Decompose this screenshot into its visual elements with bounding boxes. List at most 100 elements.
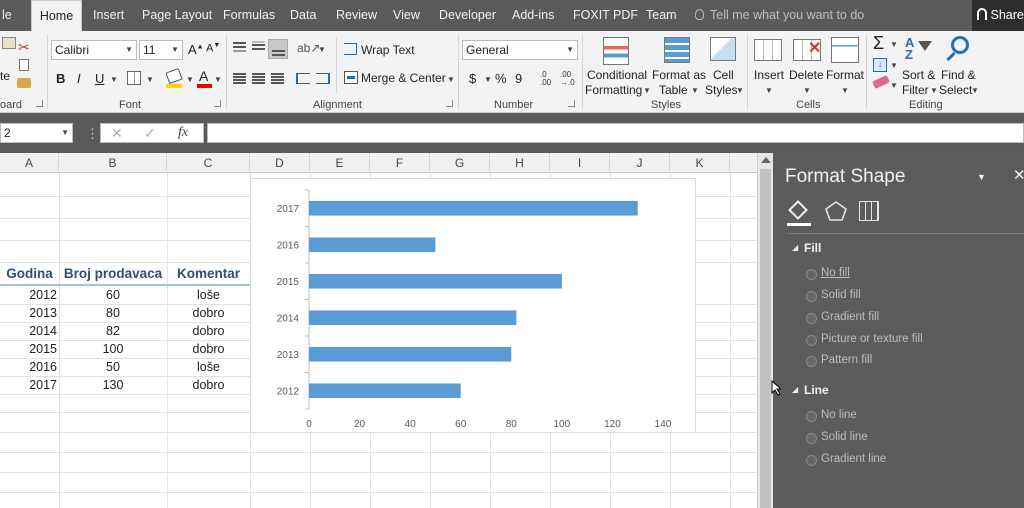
gradient-line-radio[interactable] [806, 455, 817, 466]
pane-options-icon[interactable]: ▼ [977, 172, 986, 182]
table-cell[interactable]: 2017 [0, 376, 57, 394]
close-icon[interactable]: ✕ [1013, 166, 1024, 184]
chevron-down-icon[interactable]: ▼ [318, 45, 326, 54]
insert-function-button[interactable]: fx [178, 125, 188, 141]
sort-filter-label-2[interactable]: Filter [902, 83, 929, 97]
pattern-fill-radio[interactable] [806, 356, 817, 367]
column-header-a[interactable]: A [0, 153, 59, 173]
no-fill-option[interactable]: No fill [821, 267, 850, 279]
chevron-down-icon[interactable]: ▼ [890, 61, 898, 70]
conditional-formatting-icon[interactable] [603, 37, 629, 65]
cell-styles-label-2[interactable]: Styles [705, 83, 738, 97]
table-cell[interactable]: 2016 [0, 358, 57, 376]
copy-icon[interactable] [19, 59, 29, 71]
shrink-font-icon[interactable]: A▼ [206, 42, 220, 55]
cell-styles-label-1[interactable]: Cell [713, 68, 734, 82]
chevron-down-icon[interactable]: ▼ [841, 86, 849, 95]
align-middle-icon[interactable] [252, 44, 265, 46]
gradient-fill-option[interactable]: Gradient fill [821, 311, 879, 323]
column-header-g[interactable]: G [430, 153, 490, 173]
align-left-icon[interactable] [233, 73, 246, 75]
table-cell[interactable]: 50 [59, 358, 167, 376]
column-header-f[interactable]: F [370, 153, 430, 173]
solid-line-option[interactable]: Solid line [821, 431, 868, 443]
chevron-down-icon[interactable]: ▼ [930, 86, 938, 95]
line-section-header[interactable]: Line [804, 383, 829, 397]
solid-fill-radio[interactable] [806, 291, 817, 302]
fill-section-header[interactable]: Fill [804, 241, 821, 255]
table-cell[interactable]: 82 [59, 322, 167, 340]
gradient-line-option[interactable]: Gradient line [821, 453, 886, 465]
font-color-icon[interactable]: A [199, 68, 208, 84]
table-cell[interactable]: dobro [167, 376, 250, 394]
chevron-down-icon[interactable]: ▼ [643, 86, 651, 95]
find-select-label-1[interactable]: Find & [941, 68, 976, 82]
size-properties-tab[interactable] [859, 201, 879, 221]
font-size-box[interactable]: 11 ▼ [139, 40, 183, 60]
tab-insert[interactable]: Insert [93, 0, 124, 31]
line-collapse-icon[interactable]: ◢ [792, 385, 798, 394]
name-box[interactable]: 2 ▼ [0, 123, 73, 143]
paste-label[interactable]: te [0, 69, 10, 83]
find-select-label-2[interactable]: Select [939, 83, 972, 97]
column-header-d[interactable]: D [250, 153, 310, 173]
cut-icon[interactable] [2, 37, 16, 49]
conditional-formatting-label-2[interactable]: Formatting [585, 83, 642, 97]
format-painter-icon[interactable] [17, 78, 31, 88]
chevron-down-icon[interactable]: ▼ [971, 86, 979, 95]
tab-home[interactable]: Home [31, 0, 82, 31]
orientation-icon[interactable]: ab↗ [297, 41, 320, 55]
chevron-down-icon[interactable]: ▼ [890, 40, 898, 49]
chart-bar-2012[interactable] [309, 383, 461, 399]
chevron-down-icon[interactable]: ▼ [214, 75, 222, 84]
column-header-e[interactable]: E [310, 153, 370, 173]
sort-filter-icon[interactable]: AZ [905, 36, 914, 61]
column-header-j[interactable]: J [610, 153, 670, 173]
no-line-radio[interactable] [806, 411, 817, 422]
table-cell[interactable]: 100 [59, 340, 167, 358]
number-format-box[interactable]: General ▼ [462, 40, 578, 60]
bold-button[interactable]: B [56, 71, 65, 86]
table-header-broj-prodavaca[interactable]: Broj prodavaca [59, 265, 167, 283]
table-cell[interactable]: 2014 [0, 322, 57, 340]
format-cells-icon[interactable] [831, 37, 859, 63]
chevron-down-icon[interactable]: ▼ [765, 86, 773, 95]
increase-decimal-icon[interactable]: .0.00 [540, 71, 551, 87]
autosum-icon[interactable]: Σ [873, 33, 884, 54]
tab-team[interactable]: Team [646, 0, 677, 31]
picture-fill-option[interactable]: Picture or texture fill [821, 333, 923, 345]
scissors-icon[interactable]: ✂ [18, 39, 30, 56]
align-top-icon[interactable] [233, 42, 246, 44]
font-name-box[interactable]: Calibri ▼ [51, 40, 137, 60]
table-cell[interactable]: loše [167, 286, 250, 304]
percent-button[interactable]: % [495, 71, 507, 86]
table-cell[interactable]: 130 [59, 376, 167, 394]
merge-center-icon[interactable] [344, 71, 358, 84]
font-launcher-icon[interactable] [214, 100, 221, 107]
chart-bar-2016[interactable] [309, 237, 436, 253]
gradient-fill-radio[interactable] [806, 313, 817, 324]
chart-bar-2014[interactable] [309, 310, 517, 326]
comma-button[interactable]: 9 [515, 71, 522, 86]
table-cell[interactable]: dobro [167, 304, 250, 322]
decrease-decimal-icon[interactable]: .00 →.0 [560, 71, 575, 87]
sort-filter-label-1[interactable]: Sort & [902, 68, 935, 82]
more-icon[interactable]: ⋮ [86, 126, 100, 142]
insert-cells-button[interactable]: Insert [754, 68, 784, 82]
table-cell[interactable]: 2012 [0, 286, 57, 304]
table-header-komentar[interactable]: Komentar [167, 265, 250, 283]
wrap-text-icon[interactable] [344, 43, 357, 55]
chart-bar-2013[interactable] [309, 346, 512, 362]
format-as-table-icon[interactable] [664, 37, 690, 63]
tab-foxit-pdf[interactable]: FOXIT PDF [573, 0, 638, 31]
no-fill-radio[interactable] [806, 269, 817, 280]
table-cell[interactable]: 60 [59, 286, 167, 304]
fill-collapse-icon[interactable]: ◢ [792, 243, 798, 252]
tab-page-layout[interactable]: Page Layout [142, 0, 212, 31]
table-cell[interactable]: dobro [167, 340, 250, 358]
enter-icon[interactable]: ✓ [144, 125, 156, 142]
pattern-fill-option[interactable]: Pattern fill [821, 354, 872, 366]
chevron-down-icon[interactable]: ▼ [146, 75, 154, 84]
conditional-formatting-label-1[interactable]: Conditional [587, 68, 647, 82]
align-bottom-button[interactable] [268, 39, 288, 59]
